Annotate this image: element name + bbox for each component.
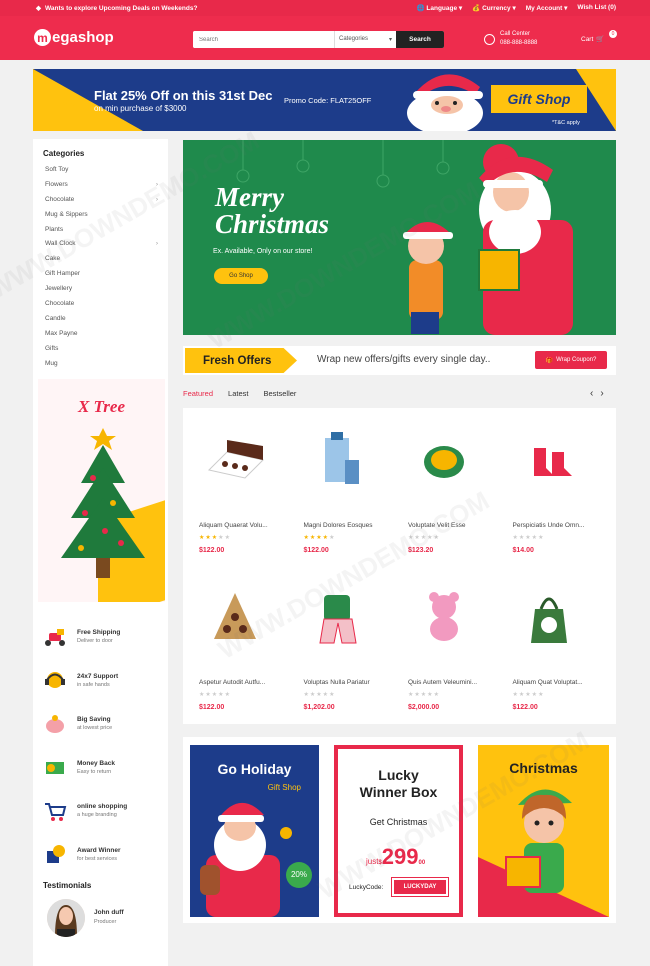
top-bar: ◆ Wants to explore Upcoming Deals on Week… <box>0 0 650 16</box>
product-rating: ★★★★★ <box>303 692 336 698</box>
product-name[interactable]: Aspetur Autodit Autfu... <box>199 679 265 686</box>
chevron-right-icon: › <box>155 240 158 248</box>
service-item: online shopping a huge branding <box>43 789 163 833</box>
categories-heading: Categories <box>43 149 85 158</box>
phone-icon <box>484 33 495 45</box>
product-name[interactable]: Quis Autem Veleumini... <box>408 679 477 686</box>
product-rating: ★★★★★ <box>512 535 545 541</box>
gift-shop-label: Gift Shop <box>491 85 587 113</box>
product-price: $122.00 <box>303 547 329 554</box>
product-card[interactable]: Magni Dolores Eosques ★★★★★ $122.00 <box>288 410 392 554</box>
product-rating: ★★★★★ <box>199 692 231 698</box>
product-image[interactable] <box>511 577 587 657</box>
account-dropdown[interactable]: My Account ▾ <box>526 4 568 12</box>
product-price: $1,202.00 <box>303 704 335 711</box>
testimonials: Testimonials John duff Producer <box>43 881 124 937</box>
product-card[interactable]: Aliquam Quat Voluptat... ★★★★★ $122.00 <box>497 567 601 711</box>
hero-title: Merry Christmas <box>215 182 330 239</box>
top-banner[interactable]: $ Flat 25% Off on this 31st Dec on min p… <box>33 69 616 131</box>
topbar-promo[interactable]: ◆ Wants to explore Upcoming Deals on Week… <box>36 4 197 13</box>
product-card[interactable]: Aliquam Quaerat Volu... ★★★★★ $122.00 <box>183 410 287 554</box>
cart-count-badge: 0 <box>609 30 617 38</box>
product-image[interactable] <box>197 420 273 500</box>
search-bar: Categories▾ Search <box>193 31 444 48</box>
wishlist-link[interactable]: Wish List (0) <box>577 4 616 12</box>
cart-icon: 🛒 <box>596 36 605 43</box>
santa-image <box>200 802 292 917</box>
service-item: 24x7 Support in safe hands <box>43 659 163 703</box>
services-list: Free Shipping Deliver to door 24x7 Support… <box>43 615 163 876</box>
chevron-down-icon: ▾ <box>388 37 392 43</box>
chevron-left-icon[interactable]: ‹ <box>590 388 593 399</box>
tab-latest[interactable]: Latest <box>228 389 248 398</box>
product-image[interactable] <box>406 577 482 657</box>
product-tabs: Featured Latest Bestseller <box>183 389 296 398</box>
header: megashop Categories▾ Search Call Center0… <box>0 16 650 60</box>
currency-dropdown[interactable]: 💰 Currency ▾ <box>472 4 516 12</box>
product-price: $2,000.00 <box>408 704 440 711</box>
product-price: $14.00 <box>512 547 534 554</box>
tag-icon: ◆ <box>36 5 41 12</box>
product-name[interactable]: Aliquam Quat Voluptat... <box>513 679 583 686</box>
category-item[interactable]: Jewellery <box>33 282 168 297</box>
search-input[interactable] <box>193 31 334 48</box>
product-card[interactable]: Quis Autem Veleumini... ★★★★★ $2,000.00 <box>392 567 496 711</box>
money-icon <box>43 756 67 778</box>
tab-featured[interactable]: Featured <box>183 389 213 398</box>
product-image[interactable] <box>406 420 482 500</box>
discount-badge: 20% <box>286 862 312 888</box>
logo[interactable]: m egashop <box>34 29 114 46</box>
lucky-code[interactable]: LUCKYDAY <box>391 877 449 897</box>
product-rating: ★★★★★ <box>408 692 440 698</box>
wrap-coupon-button[interactable]: 🎁 Wrap Coupon? <box>535 351 607 369</box>
category-item[interactable]: Gifts <box>33 342 168 357</box>
product-name[interactable]: Magni Dolores Eosques <box>304 522 373 529</box>
fresh-offers-tag: Fresh Offers <box>185 348 297 373</box>
category-item[interactable]: Chocolate <box>33 297 168 312</box>
dollar-icon: $ <box>63 87 76 112</box>
carousel-nav: ‹ › <box>590 388 604 399</box>
category-item[interactable]: Mug <box>33 357 168 372</box>
service-item: Free Shipping Deliver to door <box>43 615 163 659</box>
service-item: Award Winner for best services <box>43 833 163 877</box>
tab-bestseller[interactable]: Bestseller <box>263 389 296 398</box>
award-icon <box>43 843 67 865</box>
product-name[interactable]: Perspiciatis Unde Omn... <box>513 522 585 529</box>
product-name[interactable]: Voluptas Nulla Pariatur <box>304 679 370 686</box>
cart-icon <box>43 800 67 822</box>
piggy-bank-icon <box>43 713 67 735</box>
product-card[interactable]: Perspiciatis Unde Omn... ★★★★★ $14.00 <box>497 410 601 554</box>
christmas-tree-image <box>61 428 145 578</box>
category-item[interactable]: Candle <box>33 312 168 327</box>
scooter-icon <box>43 626 67 648</box>
service-item: Big Saving at lowest price <box>43 702 163 746</box>
gift-icon: 🎁 <box>545 357 554 364</box>
language-dropdown[interactable]: 🌐 Language ▾ <box>417 4 463 12</box>
go-holiday-banner[interactable]: Go Holiday Gift Shop 20% <box>190 745 319 917</box>
go-shop-button[interactable]: Go Shop <box>214 268 268 284</box>
product-price: $122.00 <box>512 704 538 711</box>
santa-face-image <box>407 74 483 131</box>
category-item[interactable]: Soft Toy <box>33 163 168 178</box>
category-select[interactable]: Categories ▾ <box>334 31 396 48</box>
product-image[interactable] <box>511 420 587 500</box>
avatar <box>47 899 85 937</box>
product-name[interactable]: Aliquam Quaerat Volu... <box>199 522 268 529</box>
fresh-offers-bar: Fresh Offers Wrap new offers/gifts every… <box>183 346 616 375</box>
cart-button[interactable]: Cart 🛒 0 <box>581 30 617 43</box>
product-image[interactable] <box>302 420 378 500</box>
call-center: Call Center 088-888-8888 <box>484 30 537 48</box>
chevron-right-icon[interactable]: › <box>600 388 603 399</box>
product-rating: ★★★★★ <box>303 535 336 541</box>
product-rating: ★★★★★ <box>199 535 231 541</box>
search-button[interactable]: Search <box>396 31 444 48</box>
xtree-banner[interactable]: X Tree <box>38 379 165 602</box>
product-rating: ★★★★★ <box>512 692 545 698</box>
service-item: Money Back Easy to return <box>43 746 163 790</box>
product-price: $122.00 <box>199 704 225 711</box>
product-price: $122.00 <box>199 547 225 554</box>
category-item[interactable]: Max Payne <box>33 327 168 342</box>
headset-icon <box>43 669 67 691</box>
